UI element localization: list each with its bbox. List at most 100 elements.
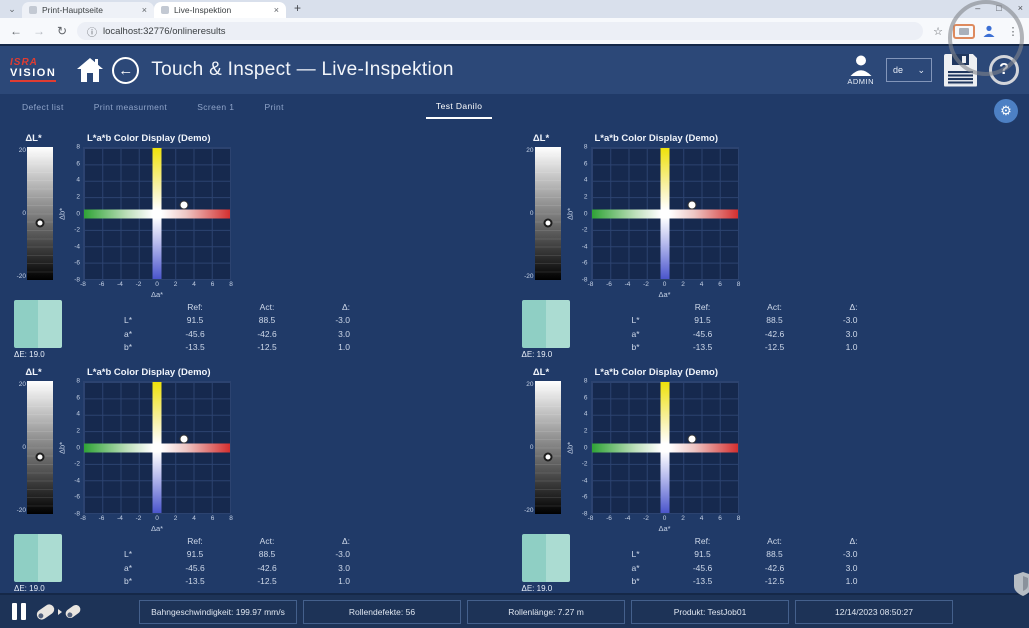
browser-reload-icon[interactable]: ↻ (54, 24, 70, 38)
tick-label: 6 (718, 281, 722, 288)
tick-label: -2 (582, 227, 588, 234)
row-label: b* (632, 576, 666, 586)
col-header-act: Act: (740, 302, 810, 312)
status-product: Produkt: TestJob01 (631, 600, 789, 624)
delta-a-gradient-band (592, 209, 738, 218)
tick-label: 6 (76, 160, 80, 167)
tick-label: 8 (229, 281, 233, 288)
browser-menu-icon[interactable]: ⋮ (1005, 25, 1021, 38)
tab-screen-1[interactable]: Screen 1 (197, 102, 234, 117)
tick-label: -6 (99, 515, 105, 522)
col-header-ref: Ref: (158, 302, 232, 312)
scale-tick: 0 (530, 210, 534, 217)
home-button[interactable] (76, 57, 104, 83)
language-select[interactable]: de ⌄ (886, 58, 932, 82)
back-button[interactable]: ← (112, 57, 139, 84)
tick-label: 4 (700, 515, 704, 522)
delta-a-gradient-band (84, 443, 230, 452)
ref-value: 91.5 (158, 315, 232, 325)
measurement-table: Ref: Act: Δ: L* 91.5 88.5 -3.0 a* -45.6 … (116, 300, 350, 359)
status-roll-length: Rollenlänge: 7.27 m (467, 600, 625, 624)
browser-forward-icon[interactable]: → (31, 24, 47, 38)
tick-label: 0 (663, 515, 667, 522)
browser-back-icon[interactable]: ← (8, 24, 24, 38)
scale-tick: -20 (17, 507, 26, 514)
tab-print[interactable]: Print (264, 102, 283, 117)
address-bar[interactable]: ⓘ localhost:32776/onlineresults (77, 22, 923, 40)
tick-label: 4 (584, 177, 588, 184)
act-value: 88.5 (232, 549, 302, 559)
delta-l-marker (36, 453, 45, 462)
tick-label: -2 (74, 461, 80, 468)
tick-label: -8 (80, 515, 86, 522)
help-icon: ? (999, 61, 1009, 79)
col-header-act: Act: (740, 536, 810, 546)
col-header-delta: Δ: (302, 302, 350, 312)
delta-a-gradient-band (592, 443, 738, 452)
status-roll-defects: Rollendefekte: 56 (303, 600, 461, 624)
x-axis-label: Δa* (591, 290, 739, 300)
window-minimize-icon[interactable]: – (975, 4, 980, 13)
tick-label: -8 (588, 281, 594, 288)
page-title: Touch & Inspect — Live-Inspektion (151, 59, 453, 81)
tab-test-danilo[interactable]: Test Danilo (426, 101, 492, 119)
swatch-actual-half (546, 534, 570, 582)
settings-button[interactable]: ⚙ (994, 99, 1018, 123)
color-swatch-block: ΔE: 19.0 (522, 534, 578, 593)
window-maximize-icon[interactable]: □ (996, 4, 1001, 13)
roll-icon (64, 603, 82, 620)
tick-label: -4 (74, 477, 80, 484)
panels-grid: ΔL* L*a*b Color Display (Demo) 20 0 -20 … (0, 125, 1029, 593)
status-web-speed: Bahngeschwindigkeit: 199.97 mm/s (139, 600, 297, 624)
tick-label: 8 (584, 378, 588, 385)
main-content: ΔL* L*a*b Color Display (Demo) 20 0 -20 … (0, 125, 1029, 593)
highlighted-extension-icon[interactable] (953, 24, 975, 39)
tick-label: 2 (584, 427, 588, 434)
site-info-icon[interactable]: ⓘ (87, 24, 97, 39)
browser-toolbar: ← → ↻ ⓘ localhost:32776/onlineresults ☆ … (0, 18, 1029, 44)
bookmark-star-icon[interactable]: ☆ (930, 25, 946, 38)
user-block[interactable]: ADMIN (847, 54, 874, 86)
save-button[interactable] (944, 54, 977, 87)
tick-label: -4 (117, 281, 123, 288)
y-axis-ticks: 8 6 4 2 0 -2 -4 -6 -8 (67, 381, 83, 514)
tick-label: -4 (582, 477, 588, 484)
delta-l-gradient-bar (27, 381, 53, 514)
status-bar: Bahngeschwindigkeit: 199.97 mm/s Rollend… (0, 593, 1029, 628)
delta-e-value: ΔE: 19.0 (522, 350, 578, 359)
tab-search-icon[interactable]: ⌄ (4, 2, 20, 16)
tab-print-measurment[interactable]: Print measurment (94, 102, 167, 117)
new-tab-button[interactable]: + (294, 1, 301, 15)
delta-value: -3.0 (810, 315, 858, 325)
delta-l-title: ΔL* (14, 133, 53, 144)
tick-label: -4 (74, 243, 80, 250)
browser-tab-strip: ⌄ Print-Hauptseite × Live-Inspektion × +… (0, 0, 1029, 18)
browser-profile-icon[interactable] (982, 24, 998, 38)
tick-label: -2 (74, 227, 80, 234)
ref-value: -45.6 (158, 563, 232, 573)
tick-label: -6 (74, 494, 80, 501)
tick-label: -4 (117, 515, 123, 522)
row-label: a* (632, 563, 666, 573)
browser-tab-print-hauptseite[interactable]: Print-Hauptseite × (22, 2, 154, 18)
x-axis-ticks: -8 -6 -4 -2 0 2 4 6 8 (591, 515, 739, 524)
tick-label: 6 (718, 515, 722, 522)
tick-label: 4 (76, 411, 80, 418)
tab-close-icon[interactable]: × (274, 6, 279, 15)
tab-close-icon[interactable]: × (142, 6, 147, 15)
delta-l-marker (543, 453, 552, 462)
arrow-icon (58, 609, 62, 615)
user-name: ADMIN (847, 77, 874, 86)
browser-tab-live-inspektion[interactable]: Live-Inspektion × (154, 2, 286, 18)
window-close-icon[interactable]: × (1018, 4, 1023, 13)
row-label: a* (124, 563, 158, 573)
x-axis-label: Δa* (83, 290, 231, 300)
tab-defect-list[interactable]: Defect list (22, 102, 64, 117)
swatch-reference-half (14, 300, 38, 348)
y-axis-ticks: 8 6 4 2 0 -2 -4 -6 -8 (575, 381, 591, 514)
measurement-marker (687, 201, 696, 210)
color-swatch-block: ΔE: 19.0 (522, 300, 578, 359)
pause-button[interactable] (12, 603, 26, 620)
help-button[interactable]: ? (989, 55, 1019, 85)
row-label: b* (632, 342, 666, 352)
